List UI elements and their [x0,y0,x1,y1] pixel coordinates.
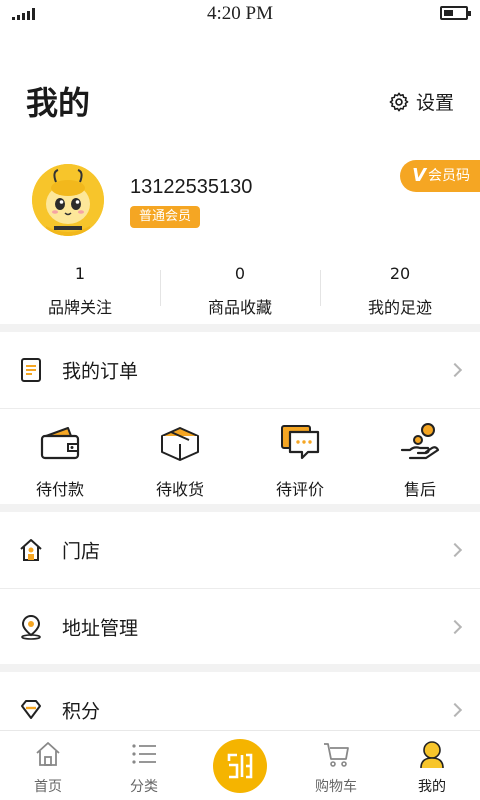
tab-category[interactable]: 分类 [96,731,192,800]
points-label: 积分 [62,700,101,723]
member-code-label: 会员码 [428,168,470,184]
stat-footprints[interactable]: 20 我的足迹 [320,262,480,322]
stat-label: 我的足迹 [367,298,432,317]
bee-avatar-icon [32,164,104,236]
settings-button[interactable]: 设置 [388,88,454,115]
stat-favorites[interactable]: 0 商品收藏 [160,262,320,322]
divider [0,408,480,409]
order-list-icon [21,358,41,382]
store-row[interactable]: 门店 [0,512,480,588]
address-row[interactable]: 地址管理 [0,589,480,665]
member-code-button[interactable]: V 会员码 [400,160,480,192]
battery-icon [440,6,471,20]
stat-value: 0 [234,264,246,283]
tab-scan[interactable] [192,731,288,800]
stat-value: 20 [389,264,411,283]
scan-code-icon [227,753,253,779]
member-level-badge: 普通会员 [130,206,201,228]
gear-icon [389,92,409,111]
tab-category-label: 分类 [130,779,158,795]
tab-home-label: 首页 [34,779,62,795]
avatar[interactable] [32,164,104,236]
stat-value: 1 [74,264,86,283]
order-pending-review[interactable]: 待评价 [240,410,360,502]
user-phone: 13122535130 [130,176,253,198]
store-house-icon [20,539,42,561]
stat-label: 商品收藏 [207,298,272,317]
section-separator [0,664,480,672]
tab-mine-label: 我的 [418,779,446,795]
diamond-icon [21,700,41,719]
store-label: 门店 [62,540,101,563]
order-status-grid: 待付款 待收货 待评价 售后 [0,410,480,502]
tab-cart-label: 购物车 [315,779,357,795]
comment-icon [281,425,320,460]
my-orders-row[interactable]: 我的订单 [0,332,480,408]
bottom-tab-bar: 首页 分类 购物车 我的 [0,730,480,800]
page-title: 我的 [26,84,91,122]
status-time: 4:20 PM [207,3,273,24]
stat-label: 品牌关注 [47,298,112,317]
status-bar: 4:20 PM [0,0,480,30]
order-after-sales[interactable]: 售后 [360,410,480,502]
chevron-right-icon [447,542,463,558]
profile-bee-icon [420,741,444,769]
tab-home[interactable]: 首页 [0,731,96,800]
stat-brand-follow[interactable]: 1 品牌关注 [0,262,160,322]
page-header: 我的 设置 [0,70,480,130]
scan-code-button[interactable] [213,739,267,793]
home-icon [36,742,60,766]
wallet-icon [40,427,80,460]
stats-row: 1 品牌关注 0 商品收藏 20 我的足迹 [0,262,480,322]
order-after-sales-label: 售后 [403,480,436,499]
section-separator [0,504,480,512]
location-pin-icon [21,614,41,640]
section-separator [0,324,480,332]
profile-card: 13122535130 普通会员 V 会员码 [0,158,480,248]
tab-cart[interactable]: 购物车 [288,731,384,800]
address-label: 地址管理 [62,617,139,640]
chevron-right-icon [447,362,463,378]
cart-icon [324,743,349,767]
settings-label: 设置 [415,92,454,114]
category-list-icon [132,744,156,764]
order-pending-payment-label: 待付款 [35,480,84,499]
my-orders-label: 我的订单 [62,360,139,383]
tab-mine[interactable]: 我的 [384,731,480,800]
chevron-right-icon [447,619,463,635]
order-pending-receipt[interactable]: 待收货 [120,410,240,502]
after-sales-icon [400,423,440,460]
order-pending-receipt-label: 待收货 [155,480,204,499]
order-pending-review-label: 待评价 [275,480,324,499]
battery-level [444,10,453,16]
package-icon [161,427,199,461]
vip-v-icon: V [412,165,426,186]
chevron-right-icon [447,702,463,718]
order-pending-payment[interactable]: 待付款 [0,410,120,502]
